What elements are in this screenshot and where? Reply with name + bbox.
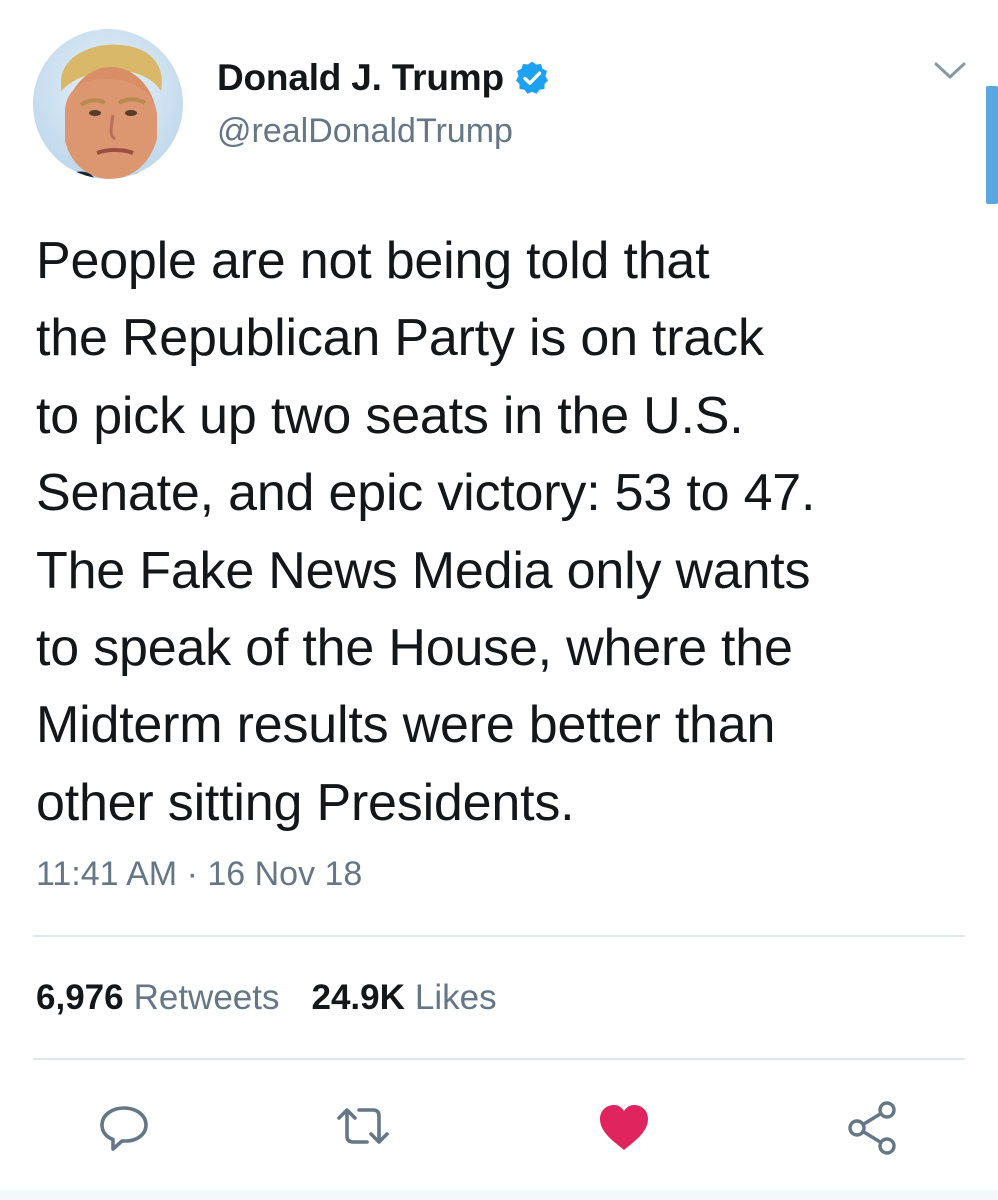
- tweet-timestamp: 11:41 AM · 16 Nov 18: [36, 855, 363, 893]
- tweet-text-line: other sitting Presidents.: [36, 773, 575, 832]
- share-icon: [848, 1101, 896, 1155]
- divider: [33, 935, 965, 937]
- author-name-row[interactable]: Donald J. Trump: [217, 56, 550, 100]
- tweet-text-line: Senate, and epic victory: 53 to 47.: [36, 464, 816, 523]
- avatar-portrait-icon: [33, 29, 183, 179]
- chevron-down-icon[interactable]: [930, 56, 970, 86]
- verified-badge-icon: [514, 60, 550, 96]
- author-display-name[interactable]: Donald J. Trump: [217, 57, 504, 99]
- tweet-text-line: The Fake News Media only wants: [36, 541, 811, 600]
- avatar[interactable]: [33, 29, 183, 179]
- retweets-count: 6,976: [36, 978, 124, 1017]
- like-button[interactable]: [594, 1100, 654, 1156]
- scroll-indicator[interactable]: [986, 86, 998, 204]
- tweet-text: People are not being told that the Repub…: [36, 223, 976, 842]
- reply-button[interactable]: [96, 1100, 156, 1156]
- share-button[interactable]: [843, 1100, 903, 1156]
- tweet-stats: 6,976 Retweets 24.9K Likes: [36, 978, 497, 1018]
- tweet-text-line: People are not being told that: [36, 232, 710, 290]
- tweet-text-line: the Republican Party is on track: [36, 309, 764, 368]
- heart-icon: [600, 1105, 648, 1150]
- retweet-icon: [337, 1108, 389, 1144]
- likes-count: 24.9K: [311, 978, 405, 1017]
- retweets-stat[interactable]: 6,976 Retweets: [36, 978, 280, 1018]
- retweets-label: Retweets: [133, 978, 280, 1017]
- likes-label: Likes: [414, 978, 497, 1017]
- tweet-detail: Donald J. Trump @realDonaldTrump People …: [0, 0, 998, 1200]
- tweet-text-line: to speak of the House, where the: [36, 619, 793, 678]
- reply-icon: [100, 1106, 148, 1151]
- divider: [33, 1058, 965, 1060]
- tweet-text-line: Midterm results were better than: [36, 696, 776, 755]
- likes-stat[interactable]: 24.9K Likes: [312, 978, 497, 1018]
- author-handle[interactable]: @realDonaldTrump: [217, 112, 513, 151]
- bottom-edge: [0, 1190, 998, 1200]
- tweet-text-line: to pick up two seats in the U.S.: [36, 386, 744, 445]
- retweet-button[interactable]: [333, 1100, 393, 1156]
